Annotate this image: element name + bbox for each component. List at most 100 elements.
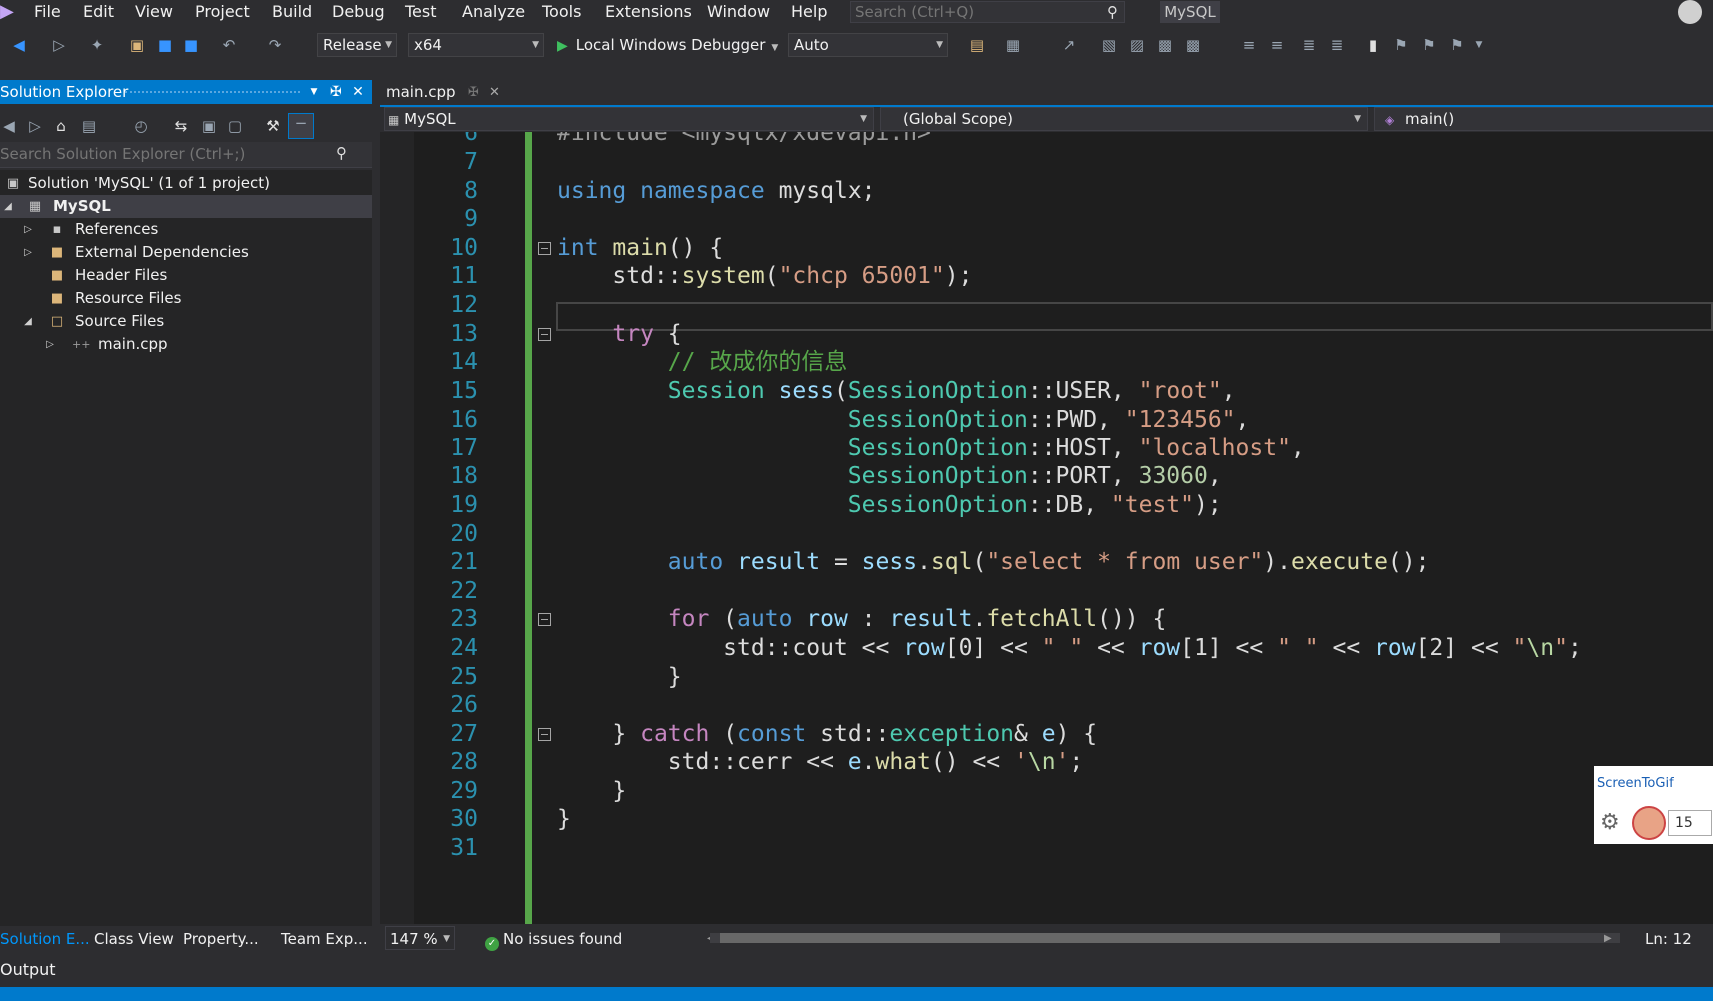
indent-icon[interactable]: ≡ bbox=[1268, 36, 1286, 54]
menu-project[interactable]: Project bbox=[195, 0, 250, 24]
browser-icon[interactable]: ▦ bbox=[1004, 36, 1022, 54]
clear-bookmarks-icon[interactable]: ⚑ bbox=[1448, 36, 1466, 54]
tab-solution-explorer[interactable]: Solution E... bbox=[0, 926, 90, 952]
sync-icon[interactable]: ⇆ bbox=[172, 117, 190, 135]
tree-item-resource-files[interactable]: ■ Resource Files bbox=[0, 287, 372, 310]
collapse-region-icon[interactable] bbox=[538, 328, 551, 341]
menu-test[interactable]: Test bbox=[405, 0, 437, 24]
new-project-icon[interactable]: ✦ bbox=[88, 36, 106, 54]
collapse-region-icon[interactable] bbox=[538, 728, 551, 741]
pointer-tool-icon[interactable]: ↗ bbox=[1060, 36, 1078, 54]
menu-tools[interactable]: Tools bbox=[542, 0, 581, 24]
gear-icon[interactable]: ⚙ bbox=[1600, 810, 1620, 835]
prev-bookmark-icon[interactable]: ⚑ bbox=[1392, 36, 1410, 54]
forward-icon[interactable]: ▷ bbox=[50, 36, 68, 54]
pin-icon[interactable]: ✠ bbox=[468, 80, 479, 105]
fps-input[interactable]: 15 bbox=[1668, 810, 1712, 836]
window-position-icon[interactable]: ▼ bbox=[305, 80, 323, 104]
configuration-dropdown[interactable]: Release ▼ bbox=[317, 33, 397, 57]
home-icon[interactable]: ⌂ bbox=[52, 117, 70, 135]
comment-icon[interactable]: ≣ bbox=[1300, 36, 1318, 54]
avatar[interactable] bbox=[1678, 0, 1702, 24]
bookmark-icon[interactable]: ▮ bbox=[1364, 36, 1382, 54]
collapse-all-icon[interactable]: ▣ bbox=[200, 117, 218, 135]
preview-selected-icon[interactable]: − bbox=[288, 113, 314, 139]
tree-item-project[interactable]: ◢ ▦ MySQL bbox=[0, 195, 372, 218]
tab-main-cpp[interactable]: main.cpp ✠ ✕ bbox=[380, 80, 510, 105]
scroll-right-icon[interactable]: ▶ bbox=[1604, 926, 1612, 952]
platform-dropdown[interactable]: x64 ▼ bbox=[408, 33, 544, 57]
tree-item-external-dependencies[interactable]: ▷ ■ External Dependencies bbox=[0, 241, 372, 264]
project-dropdown[interactable]: ▦ MySQL ▼ bbox=[384, 107, 874, 131]
zoom-dropdown[interactable]: 147 % ▼ bbox=[385, 926, 455, 950]
tab-team-explorer[interactable]: Team Exp... bbox=[281, 926, 368, 952]
toolbar-icon[interactable]: ▨ bbox=[1128, 36, 1146, 54]
scope-dropdown[interactable]: (Global Scope) ▼ bbox=[880, 107, 1368, 131]
undo-icon[interactable]: ↶ bbox=[220, 36, 238, 54]
solution-platform-dropdown[interactable]: Auto ▼ bbox=[788, 33, 948, 57]
collapsed-arrow-icon[interactable]: ▷ bbox=[22, 218, 34, 241]
collapsed-arrow-icon[interactable]: ▷ bbox=[22, 241, 34, 264]
chevron-down-icon[interactable]: ▼ bbox=[771, 43, 778, 53]
code-editor[interactable]: 6 #include <mysqlx/xdevapi.h> 7 8 using na… bbox=[380, 132, 1713, 924]
member-dropdown[interactable]: ◈ main() bbox=[1374, 107, 1713, 131]
close-icon[interactable]: ✕ bbox=[489, 80, 500, 105]
outdent-icon[interactable]: ≡ bbox=[1240, 36, 1258, 54]
menu-build[interactable]: Build bbox=[272, 0, 312, 24]
toolbar-icon[interactable]: ▩ bbox=[1156, 36, 1174, 54]
forward-icon[interactable]: ▷ bbox=[26, 117, 44, 135]
collapsed-arrow-icon[interactable]: ▷ bbox=[44, 333, 56, 356]
menu-edit[interactable]: Edit bbox=[83, 0, 114, 24]
uncomment-icon[interactable]: ≣ bbox=[1328, 36, 1346, 54]
visual-studio-logo-icon[interactable]: ▶ bbox=[0, 2, 20, 22]
back-icon[interactable]: ◀ bbox=[10, 36, 28, 54]
next-bookmark-icon[interactable]: ⚑ bbox=[1420, 36, 1438, 54]
pending-changes-icon[interactable]: ◴ bbox=[132, 117, 150, 135]
chevron-down-icon[interactable]: ▼ bbox=[1470, 36, 1488, 54]
search-box[interactable]: ⚲ bbox=[850, 1, 1125, 23]
menu-help[interactable]: Help bbox=[791, 0, 827, 24]
tree-item-header-files[interactable]: ■ Header Files bbox=[0, 264, 372, 287]
redo-icon[interactable]: ↷ bbox=[266, 36, 284, 54]
save-all-icon[interactable]: ■ bbox=[182, 36, 200, 54]
solution-search-input[interactable] bbox=[0, 142, 330, 166]
expanded-arrow-icon[interactable]: ◢ bbox=[2, 195, 14, 218]
issues-indicator[interactable]: ✓ No issues found bbox=[485, 926, 622, 952]
record-button[interactable] bbox=[1632, 806, 1666, 840]
horizontal-scrollbar[interactable] bbox=[710, 933, 1620, 943]
toolbar-icon[interactable]: ▧ bbox=[1100, 36, 1118, 54]
back-icon[interactable]: ◀ bbox=[0, 117, 18, 135]
show-all-files-icon[interactable]: ▢ bbox=[226, 117, 244, 135]
tree-item-main-cpp[interactable]: ▷ ++ main.cpp bbox=[0, 333, 372, 356]
solution-search-box[interactable]: ⚲ bbox=[0, 142, 372, 168]
toolbar-icon[interactable]: ▩ bbox=[1184, 36, 1202, 54]
menu-window[interactable]: Window bbox=[707, 0, 770, 24]
tab-class-view[interactable]: Class View bbox=[94, 926, 174, 952]
search-icon[interactable]: ⚲ bbox=[1107, 2, 1118, 22]
menu-extensions[interactable]: Extensions bbox=[605, 0, 692, 24]
output-tab[interactable]: Output bbox=[0, 955, 1713, 985]
start-debugging-button[interactable]: ▶ Local Windows Debugger ▼ bbox=[557, 33, 778, 57]
menu-view[interactable]: View bbox=[135, 0, 173, 24]
menu-analyze[interactable]: Analyze bbox=[462, 0, 525, 24]
open-file-icon[interactable]: ▣ bbox=[128, 36, 146, 54]
menu-file[interactable]: File bbox=[34, 0, 61, 24]
switch-views-icon[interactable]: ▤ bbox=[80, 117, 98, 135]
search-input[interactable] bbox=[855, 2, 1095, 22]
tree-item-references[interactable]: ▷ ▪ References bbox=[0, 218, 372, 241]
close-icon[interactable]: ✕ bbox=[349, 80, 367, 104]
scrollbar-thumb[interactable] bbox=[720, 933, 1500, 943]
collapse-region-icon[interactable] bbox=[538, 242, 551, 255]
tree-item-solution[interactable]: ▣ Solution 'MySQL' (1 of 1 project) bbox=[0, 172, 372, 195]
expanded-arrow-icon[interactable]: ◢ bbox=[22, 310, 34, 333]
tree-item-source-files[interactable]: ◢ □ Source Files bbox=[0, 310, 372, 333]
find-in-files-icon[interactable]: ▤ bbox=[968, 36, 986, 54]
menu-debug[interactable]: Debug bbox=[332, 0, 385, 24]
search-icon[interactable]: ⚲ bbox=[336, 144, 347, 162]
properties-icon[interactable]: ⚒ bbox=[264, 117, 282, 135]
tab-property-manager[interactable]: Property... bbox=[183, 926, 259, 952]
titlebar-grip[interactable] bbox=[125, 91, 300, 95]
save-icon[interactable]: ■ bbox=[156, 36, 174, 54]
collapse-region-icon[interactable] bbox=[538, 613, 551, 626]
pin-icon[interactable]: ✠ bbox=[327, 80, 345, 104]
